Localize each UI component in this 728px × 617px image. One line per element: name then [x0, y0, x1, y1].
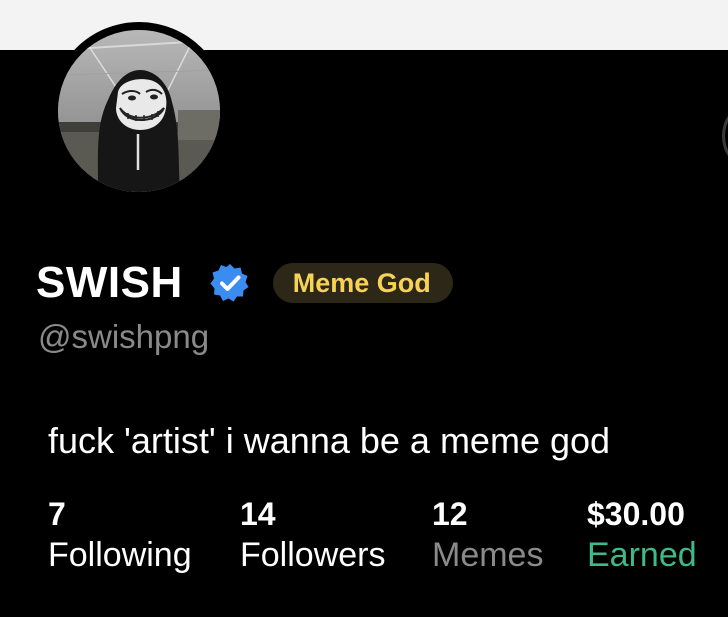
- trollface-hooded-avatar-icon: [58, 30, 220, 192]
- meme-god-badge: Meme God: [272, 263, 453, 303]
- stat-following[interactable]: 7 Following: [48, 494, 192, 576]
- profile-bio: fuck 'artist' i wanna be a meme god: [48, 420, 611, 461]
- partial-circle-button[interactable]: [722, 108, 728, 164]
- stat-memes[interactable]: 12 Memes: [432, 494, 543, 576]
- verified-badge-icon: [209, 262, 251, 304]
- stat-label: Earned: [587, 536, 697, 574]
- stat-label: Followers: [240, 536, 386, 574]
- stat-earned[interactable]: $30.00 Earned: [587, 494, 697, 576]
- stat-followers[interactable]: 14 Followers: [240, 494, 385, 576]
- profile-page: SWISH Meme God @swishpng fuck 'artist' i…: [0, 0, 728, 617]
- stat-value: 12: [432, 496, 468, 532]
- avatar[interactable]: [50, 22, 228, 200]
- display-name: SWISH: [36, 258, 183, 307]
- stat-value: 14: [240, 496, 276, 532]
- stat-label: Following: [48, 536, 192, 574]
- name-row: SWISH Meme God: [36, 258, 453, 308]
- stat-value: 7: [48, 496, 66, 532]
- stat-label: Memes: [432, 536, 544, 574]
- profile-handle: @swishpng: [38, 318, 210, 355]
- stat-value: $30.00: [587, 496, 685, 532]
